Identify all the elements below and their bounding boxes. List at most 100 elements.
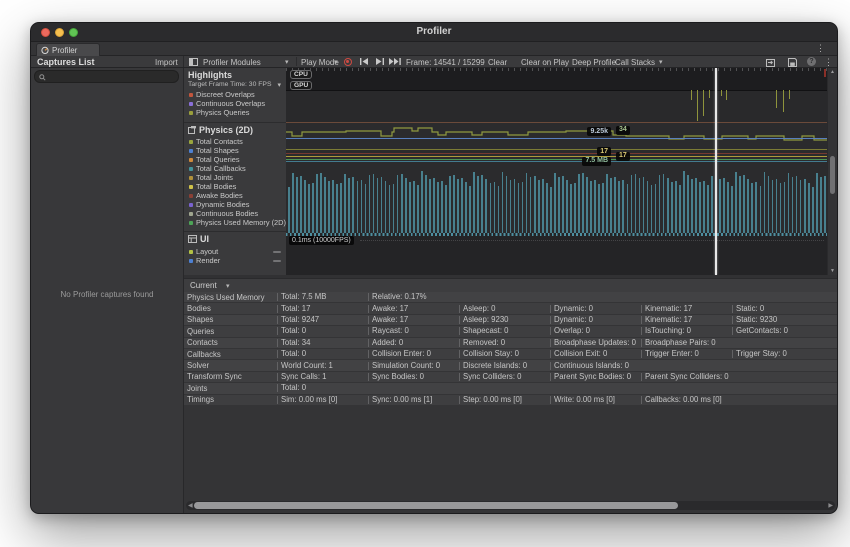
activity-bar <box>582 173 584 233</box>
legend-item[interactable]: Physics Queries <box>184 108 286 117</box>
save-profile-icon[interactable] <box>788 57 797 67</box>
chevron-down-icon[interactable]: ▾ <box>334 58 338 66</box>
chart-physics[interactable]: 9.25k 34 17 17 7.5 MB <box>286 123 828 233</box>
activity-bar <box>670 182 673 233</box>
module-title: UI <box>200 234 209 244</box>
legend-item[interactable]: Total Queries <box>184 155 286 164</box>
legend-item[interactable]: Continuous Bodies <box>184 209 286 218</box>
legend-item[interactable]: Discreet Overlaps <box>184 90 286 99</box>
hscrollbar-thumb[interactable] <box>194 502 678 509</box>
row-label: Physics Used Memory <box>187 292 265 302</box>
legend-item[interactable]: Total Joints <box>184 173 286 182</box>
toolbar-overflow-menu[interactable]: ⋮ <box>824 57 833 68</box>
activity-bar <box>558 177 560 233</box>
legend-item[interactable]: Total Shapes <box>184 146 286 155</box>
record-button[interactable] <box>344 57 352 66</box>
legend-label: Layout <box>196 247 219 256</box>
row-value: Sync Calls: 1 <box>277 372 368 381</box>
import-button[interactable]: Import <box>155 58 178 67</box>
legend-item[interactable]: Dynamic Bodies <box>184 200 286 209</box>
chevron-down-icon[interactable]: ▾ <box>285 58 289 66</box>
legend-item[interactable]: Continuous Overlaps <box>184 99 286 108</box>
row-value: Parent Sync Colliders: 0 <box>641 372 732 381</box>
help-icon[interactable]: ? <box>807 57 816 66</box>
prev-frame-button[interactable] <box>360 58 369 65</box>
chart-highlights[interactable]: CPU GPU <box>286 68 828 123</box>
activity-bar <box>727 182 729 233</box>
activity-bar <box>731 186 733 233</box>
legend-item[interactable]: Total Contacts <box>184 137 286 146</box>
next-frame-button[interactable] <box>375 58 384 65</box>
table-row: Shapes Total: 9247 Awake: 17 Asleep: 9230 Dy… <box>184 314 837 326</box>
activity-bar <box>751 183 754 233</box>
row-value: Total: 0 <box>277 350 368 359</box>
chart-vscrollbar[interactable]: ▲ ▼ <box>827 68 837 275</box>
chevron-down-icon[interactable]: ▾ <box>659 58 663 66</box>
deep-profile-toggle[interactable]: Deep Profile <box>572 58 616 67</box>
legend-item[interactable]: Physics Used Memory (2D) <box>184 218 286 227</box>
details-mode-dropdown[interactable]: Current <box>190 281 217 290</box>
chart-ui[interactable]: 0.1ms (10000FPS) <box>286 233 828 275</box>
legend-item[interactable]: Awake Bodies <box>184 191 286 200</box>
table-row: Joints Total: 0 <box>184 383 837 394</box>
activity-bar <box>416 185 419 233</box>
profiler-main: Highlights Target Frame Time: 30 FPS ▾ D… <box>184 68 837 513</box>
activity-bar <box>779 183 782 233</box>
scroll-right-icon[interactable]: ▶ <box>828 502 833 509</box>
legend-label: Continuous Bodies <box>196 209 259 218</box>
target-frame-time-dropdown[interactable]: Target Frame Time: 30 FPS ▾ <box>184 81 286 89</box>
call-stacks-dropdown[interactable]: Call Stacks <box>615 58 655 67</box>
activity-bar <box>497 186 500 233</box>
activity-bar <box>775 179 778 233</box>
legend-swatch <box>189 220 193 225</box>
load-profile-icon[interactable] <box>766 58 775 67</box>
activity-bar <box>533 176 536 233</box>
activity-bar <box>755 182 758 233</box>
activity-bar <box>400 174 403 233</box>
legend-label: Total Shapes <box>196 146 239 155</box>
legend-item[interactable]: Layout <box>184 247 286 256</box>
row-label: Transform Sync <box>187 372 242 382</box>
chart-area[interactable]: CPU GPU 9.25k 34 17 17 7.5 MB 0.1ms (100… <box>286 68 828 275</box>
clear-button[interactable]: Clear <box>488 58 507 67</box>
legend-item[interactable]: Total Callbacks <box>184 164 286 173</box>
current-frame-button[interactable] <box>389 58 401 65</box>
hscrollbar[interactable]: ◀ ▶ <box>186 501 835 510</box>
modules-pane-icon[interactable] <box>189 58 198 66</box>
capture-search[interactable] <box>34 70 179 83</box>
activity-bar <box>316 174 318 233</box>
chevron-down-icon[interactable]: ▾ <box>226 282 230 290</box>
activity-bar <box>529 177 532 233</box>
activity-bar <box>823 176 826 233</box>
activity-bar <box>312 183 314 233</box>
legend-item[interactable]: Total Bodies <box>184 182 286 191</box>
legend-toggle[interactable] <box>273 259 281 262</box>
legend-label: Awake Bodies <box>196 191 243 200</box>
legend-item[interactable]: Render <box>184 256 286 265</box>
legend-toggle[interactable] <box>273 250 281 253</box>
profiler-modules-dropdown[interactable]: Profiler Modules <box>203 58 261 67</box>
vscrollbar-thumb[interactable] <box>829 156 835 194</box>
scroll-up-icon[interactable]: ▲ <box>828 69 837 75</box>
legend-label: Render <box>196 256 221 265</box>
activity-bar <box>723 178 725 233</box>
clear-on-play-toggle[interactable]: Clear on Play <box>521 58 569 67</box>
module-ui-header[interactable]: UI <box>184 234 209 244</box>
legend-label: Continuous Overlaps <box>196 99 266 108</box>
current-frame-indicator[interactable] <box>715 68 717 275</box>
scroll-left-icon[interactable]: ◀ <box>188 502 193 509</box>
module-physics-header[interactable]: Physics (2D) <box>184 125 253 135</box>
tabbar-overflow-menu[interactable]: ⋮ <box>816 43 825 54</box>
module-highlights-header[interactable]: Highlights <box>184 70 286 80</box>
activity-bar <box>662 174 665 233</box>
activity-bar <box>328 181 330 233</box>
activity-bar <box>308 184 310 233</box>
capture-search-input[interactable] <box>47 71 176 82</box>
row-value: Shapecast: 0 <box>459 327 550 336</box>
scroll-down-icon[interactable]: ▼ <box>828 268 837 274</box>
tab-profiler[interactable]: Profiler <box>36 43 100 56</box>
activity-bar <box>545 183 548 233</box>
activity-bar <box>678 185 681 233</box>
activity-bar <box>566 180 568 233</box>
legend-swatch <box>189 110 193 115</box>
